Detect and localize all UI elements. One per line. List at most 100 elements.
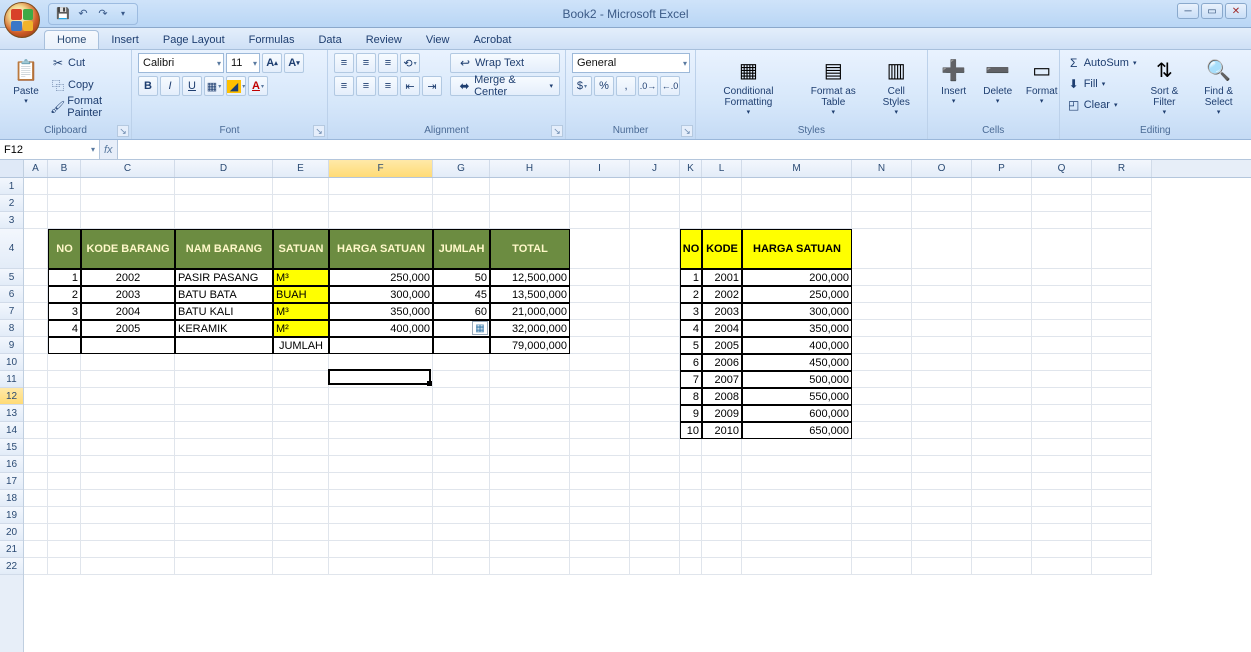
fill-button[interactable]: ⬇Fill▾ [1066,74,1137,94]
cell[interactable]: 3 [680,303,702,320]
cell[interactable] [570,337,630,354]
cell[interactable] [1092,303,1152,320]
cut-button[interactable]: ✂Cut [50,53,125,73]
cell[interactable] [1092,473,1152,490]
cell[interactable]: 250,000 [329,269,433,286]
cell[interactable] [852,286,912,303]
cell[interactable] [329,439,433,456]
cell[interactable] [972,178,1032,195]
tab-view[interactable]: View [414,31,462,49]
row-header-9[interactable]: 9 [0,337,23,354]
cell[interactable] [329,524,433,541]
clear-button[interactable]: ◰Clear▾ [1066,95,1137,115]
cell[interactable]: KERAMIK [175,320,273,337]
cell[interactable] [680,541,702,558]
cell[interactable] [433,456,490,473]
cell[interactable] [1032,286,1092,303]
cell[interactable] [972,286,1032,303]
cell[interactable] [24,195,48,212]
row-header-12[interactable]: 12 [0,388,23,405]
cell[interactable] [81,490,175,507]
cell[interactable]: 350,000 [742,320,852,337]
cell[interactable] [1032,354,1092,371]
cell[interactable] [852,541,912,558]
cell[interactable]: 600,000 [742,405,852,422]
cell[interactable] [1032,507,1092,524]
cell[interactable] [490,212,570,229]
cell[interactable] [329,456,433,473]
cell[interactable]: 60 [433,303,490,320]
cell[interactable] [852,558,912,575]
cell[interactable] [972,473,1032,490]
cell[interactable] [24,269,48,286]
cell[interactable] [852,303,912,320]
cell[interactable] [329,354,433,371]
cell[interactable] [570,405,630,422]
cell[interactable] [912,388,972,405]
cell[interactable] [570,354,630,371]
cell[interactable] [680,524,702,541]
cell[interactable] [972,524,1032,541]
cell[interactable]: 2001 [702,269,742,286]
font-launcher[interactable]: ↘ [313,125,325,137]
cell[interactable] [81,439,175,456]
cell[interactable] [490,195,570,212]
cell[interactable] [81,422,175,439]
format-painter-button[interactable]: 🖌Format Painter [50,97,125,117]
increase-indent-button[interactable]: ⇥ [422,76,442,96]
cell[interactable] [175,541,273,558]
cell[interactable] [175,456,273,473]
cell[interactable] [742,212,852,229]
cell[interactable] [329,371,433,388]
cell[interactable] [702,212,742,229]
cell[interactable] [852,195,912,212]
cell[interactable] [1032,473,1092,490]
cell[interactable] [24,456,48,473]
spreadsheet-grid[interactable]: 12345678910111213141516171819202122 ABCD… [0,160,1251,652]
cell[interactable] [48,507,81,524]
cell[interactable] [329,507,433,524]
cell[interactable] [570,507,630,524]
cell[interactable] [1092,405,1152,422]
cell[interactable] [273,490,329,507]
cell[interactable]: 2009 [702,405,742,422]
autosum-button[interactable]: ΣAutoSum▾ [1066,53,1137,73]
tab-insert[interactable]: Insert [99,31,151,49]
cell[interactable] [175,524,273,541]
col-header-P[interactable]: P [972,160,1032,177]
row-header-8[interactable]: 8 [0,320,23,337]
cell[interactable] [1092,354,1152,371]
cell[interactable] [433,490,490,507]
qat-dropdown-icon[interactable]: ▾ [115,6,131,22]
align-right-button[interactable]: ≡ [378,76,398,96]
cell[interactable]: 45 [433,286,490,303]
cell[interactable] [912,456,972,473]
cell[interactable]: 650,000 [742,422,852,439]
col-header-J[interactable]: J [630,160,680,177]
cell[interactable] [702,473,742,490]
cell[interactable] [742,195,852,212]
row-header-21[interactable]: 21 [0,541,23,558]
col-header-G[interactable]: G [433,160,490,177]
cell[interactable] [630,558,680,575]
comma-button[interactable]: , [616,76,636,96]
cell[interactable] [852,405,912,422]
row-header-4[interactable]: 4 [0,229,23,269]
cell[interactable] [24,212,48,229]
cell[interactable]: KODE BARANG [81,229,175,269]
cell[interactable] [570,178,630,195]
cell[interactable] [1092,195,1152,212]
cell[interactable] [852,473,912,490]
autofill-options-icon[interactable] [472,321,488,335]
cell[interactable] [1092,229,1152,269]
shrink-font-button[interactable]: A▾ [284,53,304,73]
cell[interactable]: 2004 [702,320,742,337]
cell[interactable] [329,422,433,439]
cell[interactable] [1032,456,1092,473]
cell[interactable]: M³ [273,269,329,286]
row-header-13[interactable]: 13 [0,405,23,422]
cell[interactable] [702,541,742,558]
cell[interactable] [24,337,48,354]
cell[interactable] [1092,212,1152,229]
cell[interactable] [81,337,175,354]
